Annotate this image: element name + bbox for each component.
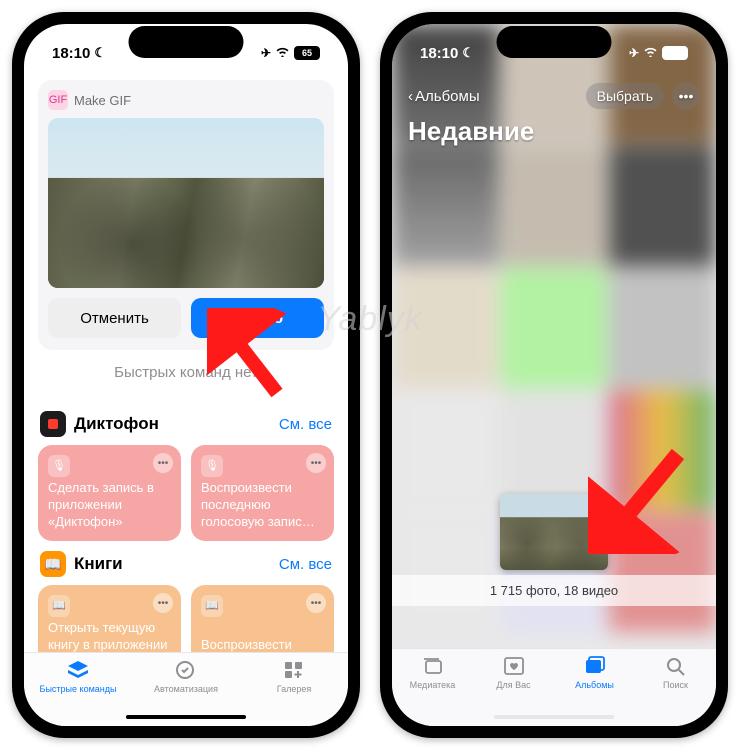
- stack-icon: [66, 659, 90, 681]
- ellipsis-icon[interactable]: •••: [306, 593, 326, 613]
- tab-label: Медиатека: [410, 680, 456, 690]
- books-icon: 📖: [201, 595, 223, 617]
- phone-mockup-right: 18:10 ☾ ✈ 65 ‹ Альбомы: [380, 12, 728, 738]
- tab-label: Быстрые команды: [40, 684, 117, 694]
- tile-label: Воспроизвести аудиокнигу в при…: [201, 637, 324, 652]
- tab-label: Автоматизация: [154, 684, 218, 694]
- annotation-arrow: [588, 444, 688, 554]
- status-time: 18:10: [420, 45, 458, 62]
- albums-icon: [583, 655, 607, 677]
- gif-app-icon: GIF: [48, 90, 68, 110]
- dynamic-island: [129, 26, 244, 58]
- shortcut-tile[interactable]: 📖 ••• Воспроизвести аудиокнигу в при…: [191, 585, 334, 652]
- select-button[interactable]: Выбрать: [586, 83, 664, 109]
- ellipsis-icon[interactable]: •••: [153, 593, 173, 613]
- books-icon: 📖: [48, 595, 70, 617]
- tab-label: Галерея: [277, 684, 312, 694]
- photo-count: 1 715 фото, 18 видео: [392, 575, 716, 606]
- section-title-dictaphone: Диктофон: [74, 414, 159, 434]
- dynamic-island: [497, 26, 612, 58]
- tab-gallery[interactable]: Галерея: [240, 659, 348, 726]
- airplane-mode-icon: ✈: [629, 46, 639, 60]
- see-all-link[interactable]: См. все: [279, 416, 332, 433]
- wifi-icon: [643, 46, 658, 60]
- tile-label: Воспроизвести последнюю голосовую запис…: [201, 480, 324, 531]
- library-icon: [421, 655, 445, 677]
- chevron-left-icon: ‹: [408, 88, 413, 105]
- album-title: Недавние: [408, 116, 700, 147]
- home-indicator[interactable]: [126, 715, 246, 719]
- shortcut-tile[interactable]: 🎙 ••• Сделать запись в приложении «Дикто…: [38, 445, 181, 541]
- phone-mockup-left: 18:10 ☾ ✈ 65 GIF Make GIF: [12, 12, 360, 738]
- tab-shortcuts[interactable]: Быстрые команды: [24, 659, 132, 726]
- battery-icon: 65: [294, 46, 320, 60]
- tile-label: Открыть текущую книгу в приложении «Кни…: [48, 620, 171, 652]
- tab-search[interactable]: Поиск: [635, 655, 716, 726]
- focus-moon-icon: ☾: [94, 45, 106, 61]
- shortcut-result-card: GIF Make GIF Отменить Готово: [38, 80, 334, 350]
- ellipsis-icon[interactable]: •••: [153, 453, 173, 473]
- heart-square-icon: [502, 655, 526, 677]
- annotation-arrow: [207, 308, 287, 398]
- shortcut-tile[interactable]: 📖 ••• Открыть текущую книгу в приложении…: [38, 585, 181, 652]
- tab-label: Поиск: [663, 680, 688, 690]
- tab-for-you[interactable]: Для Вас: [473, 655, 554, 726]
- shortcut-tile[interactable]: 🎙 ••• Воспроизвести последнюю голосовую …: [191, 445, 334, 541]
- status-time: 18:10: [52, 45, 90, 62]
- gif-preview-image: [48, 118, 324, 288]
- tab-label: Альбомы: [575, 680, 614, 690]
- cancel-button[interactable]: Отменить: [48, 298, 181, 338]
- back-button[interactable]: ‹ Альбомы: [408, 88, 480, 105]
- focus-moon-icon: ☾: [462, 45, 474, 61]
- more-button[interactable]: •••: [672, 82, 700, 110]
- voice-memos-icon: [40, 411, 66, 437]
- tab-library[interactable]: Медиатека: [392, 655, 473, 726]
- airplane-mode-icon: ✈: [261, 46, 271, 60]
- tab-bar: Медиатека Для Вас Альбомы: [392, 648, 716, 726]
- ellipsis-icon: •••: [679, 88, 694, 104]
- tab-albums[interactable]: Альбомы: [554, 655, 635, 726]
- clock-check-icon: [174, 659, 198, 681]
- no-shortcuts-message: Быстрых команд нет: [38, 364, 334, 381]
- voice-memos-icon: 🎙: [201, 455, 223, 477]
- back-label: Альбомы: [415, 88, 480, 105]
- books-icon: 📖: [40, 551, 66, 577]
- battery-icon: 65: [662, 46, 688, 60]
- tile-label: Сделать запись в приложении «Диктофон»: [48, 480, 171, 531]
- wifi-icon: [275, 46, 290, 60]
- grid-plus-icon: [282, 659, 306, 681]
- tab-label: Для Вас: [496, 680, 530, 690]
- see-all-link[interactable]: См. все: [279, 556, 332, 573]
- ellipsis-icon[interactable]: •••: [306, 453, 326, 473]
- voice-memos-icon: 🎙: [48, 455, 70, 477]
- section-title-books: Книги: [74, 554, 123, 574]
- search-icon: [664, 655, 688, 677]
- shortcut-name: Make GIF: [74, 93, 131, 108]
